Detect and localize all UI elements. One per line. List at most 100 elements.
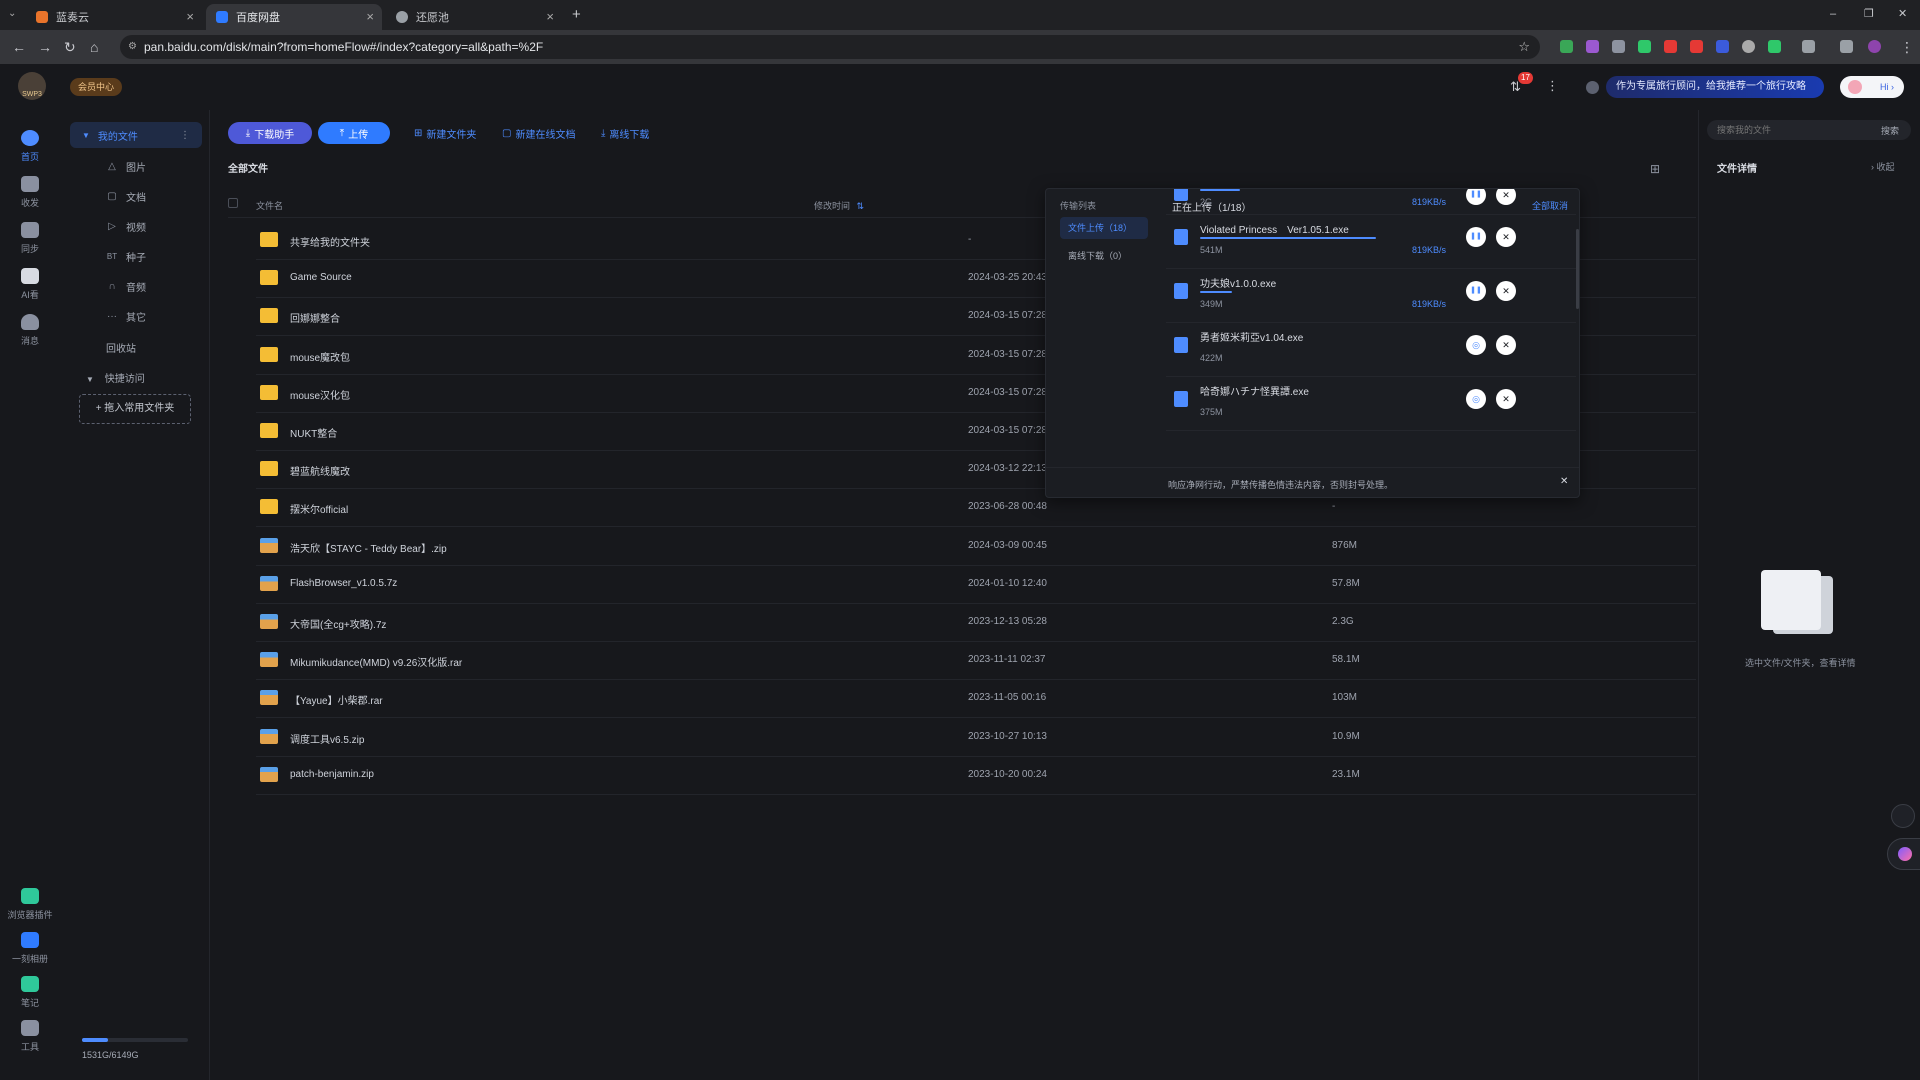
column-header-name[interactable]: 文件名 bbox=[256, 199, 283, 212]
transfer-item[interactable]: 勇者姬米莉亞v1.04.exe 422M ◎ ✕ bbox=[1166, 323, 1576, 377]
pause-icon[interactable]: ❚❚ bbox=[1466, 189, 1486, 205]
sidebar-item-label: 图片 bbox=[126, 162, 146, 174]
transfer-item[interactable]: 功夫娘v1.0.0.exe 349M 819KB/s ❚❚ ✕ bbox=[1166, 269, 1576, 323]
new-folder-button[interactable]: ⊞ 新建文件夹 bbox=[414, 122, 476, 144]
tab-lanzou[interactable]: 蓝奏云 × bbox=[26, 4, 202, 30]
new-online-doc-button[interactable]: ▢ 新建在线文档 bbox=[502, 122, 575, 144]
close-tab-icon[interactable]: × bbox=[546, 9, 554, 24]
start-upload-icon[interactable]: ◎ bbox=[1466, 335, 1486, 355]
search-input[interactable] bbox=[1717, 122, 1857, 138]
reload-icon[interactable]: ↻ bbox=[64, 39, 76, 56]
notification-badge: 17 bbox=[1518, 72, 1533, 84]
collapse-button[interactable]: › 收起 bbox=[1871, 160, 1895, 173]
start-upload-icon[interactable]: ◎ bbox=[1466, 389, 1486, 409]
close-tab-icon[interactable]: × bbox=[186, 9, 194, 24]
file-category-sidebar: ▼ 我的文件 ⋮ △ 图片 ▢ 文档 ▷ 视频 BT 种子 ∩ 音频 ··· 其它 回收站 … bbox=[60, 110, 210, 1080]
cancel-upload-icon[interactable]: ✕ bbox=[1496, 189, 1516, 205]
new-tab-button[interactable]: + bbox=[572, 6, 581, 23]
sidebar-item-images[interactable]: △ 图片 bbox=[60, 154, 210, 178]
lab-flask-icon[interactable] bbox=[1840, 40, 1853, 53]
restore-button[interactable]: ❐ bbox=[1864, 7, 1874, 20]
rail-item-message[interactable]: 消息 bbox=[0, 314, 60, 347]
extension-icon[interactable] bbox=[1716, 40, 1729, 53]
transfer-item[interactable]: 哈奇娜ハチナ怪異譚.exe 375M ◎ ✕ bbox=[1166, 377, 1576, 431]
grid-view-icon[interactable]: ⊞ bbox=[1650, 162, 1660, 176]
forward-icon[interactable]: → bbox=[38, 39, 52, 55]
transfer-item[interactable]: Violated Princess Ver1.05.1.exe 541M 819KB… bbox=[1166, 215, 1576, 269]
download-helper-button[interactable]: ⤓ 下载助手 bbox=[228, 122, 312, 144]
back-icon[interactable]: ← bbox=[12, 39, 26, 55]
rail-item-transfer[interactable]: 收发 bbox=[0, 176, 60, 209]
browser-menu-icon[interactable]: ⋮ bbox=[1900, 39, 1914, 56]
pause-icon[interactable]: ❚❚ bbox=[1466, 281, 1486, 301]
ai-promo-banner[interactable]: 作为专属旅行顾问，给我推荐一个旅行攻略 bbox=[1606, 76, 1824, 98]
rail-item-tools[interactable]: 工具 bbox=[0, 1020, 60, 1053]
url-field[interactable]: ⚙ pan.baidu.com/disk/main?from=homeFlow#… bbox=[120, 35, 1540, 59]
sidebar-recycle-bin[interactable]: 回收站 bbox=[106, 340, 136, 355]
sidebar-item-audio[interactable]: ∩ 音频 bbox=[60, 274, 210, 298]
profile-avatar[interactable] bbox=[1868, 40, 1881, 53]
sidebar-item-docs[interactable]: ▢ 文档 bbox=[60, 184, 210, 208]
extension-icon[interactable] bbox=[1638, 40, 1651, 53]
extension-icon[interactable] bbox=[1560, 40, 1573, 53]
pause-icon[interactable]: ❚❚ bbox=[1466, 227, 1486, 247]
rail-item-ai-view[interactable]: AI看 bbox=[0, 268, 60, 301]
rail-item-album[interactable]: 一刻相册 bbox=[0, 932, 60, 965]
cancel-upload-icon[interactable]: ✕ bbox=[1496, 227, 1516, 247]
ai-brain-icon[interactable] bbox=[1887, 838, 1920, 870]
ai-hi-button[interactable]: Hi › bbox=[1840, 76, 1904, 98]
extension-icon[interactable] bbox=[1768, 40, 1781, 53]
sidebar-item-videos[interactable]: ▷ 视频 bbox=[60, 214, 210, 238]
breadcrumb[interactable]: 全部文件 bbox=[228, 160, 268, 175]
site-info-icon[interactable]: ⚙ bbox=[128, 35, 137, 59]
table-row[interactable]: 调度工具v6.5.zip 2023-10-27 10:13 10.9M bbox=[256, 719, 1696, 757]
extension-icon[interactable] bbox=[1612, 40, 1625, 53]
rail-item-browser-plugin[interactable]: 浏览器插件 bbox=[0, 888, 60, 921]
transfer-item[interactable]: 2G 819KB/s ❚❚ ✕ bbox=[1166, 189, 1576, 215]
transfer-scrollbar[interactable] bbox=[1576, 229, 1579, 309]
sidebar-quick-access[interactable]: ▼ 快捷访问 bbox=[86, 370, 145, 385]
cancel-upload-icon[interactable]: ✕ bbox=[1496, 335, 1516, 355]
minimize-button[interactable]: – bbox=[1830, 8, 1836, 20]
extension-icon[interactable] bbox=[1690, 40, 1703, 53]
user-avatar[interactable]: SWP3 bbox=[18, 72, 46, 100]
close-tab-icon[interactable]: × bbox=[366, 9, 374, 24]
search-button[interactable]: 搜索 bbox=[1881, 124, 1899, 137]
upload-button[interactable]: ⤒ 上传 bbox=[318, 122, 390, 144]
tab-search-icon[interactable]: ⌄ bbox=[8, 8, 16, 19]
cancel-upload-icon[interactable]: ✕ bbox=[1496, 389, 1516, 409]
add-common-folder-button[interactable]: + 拖入常用文件夹 bbox=[79, 394, 191, 424]
extension-icon[interactable] bbox=[1586, 40, 1599, 53]
close-window-button[interactable]: ✕ bbox=[1898, 7, 1907, 20]
tab-huanyuanchi[interactable]: 还愿池 × bbox=[386, 4, 562, 30]
notice-close-icon[interactable]: ✕ bbox=[1560, 476, 1568, 487]
bookmark-star-icon[interactable]: ☆ bbox=[1518, 35, 1530, 59]
column-header-time[interactable]: 修改时间 ⇅ bbox=[814, 199, 864, 212]
tab-baidupan[interactable]: 百度网盘 × bbox=[206, 4, 382, 30]
offline-download-button[interactable]: ⤓ 离线下载 bbox=[601, 122, 649, 144]
rail-item-sync[interactable]: 同步 bbox=[0, 222, 60, 255]
table-row[interactable]: Mikumikudance(MMD) v9.26汉化版.rar 2023-11-1… bbox=[256, 642, 1696, 681]
cancel-upload-icon[interactable]: ✕ bbox=[1496, 281, 1516, 301]
table-row[interactable]: 浩天欣【STAYC - Teddy Bear】.zip 2024-03-09 00… bbox=[256, 528, 1696, 566]
table-row[interactable]: FlashBrowser_v1.0.5.7z 2024-01-10 12:40 57… bbox=[256, 566, 1696, 604]
table-row[interactable]: patch-benjamin.zip 2023-10-20 00:24 23.1M bbox=[256, 757, 1696, 795]
more-icon[interactable]: ⋮ bbox=[180, 130, 190, 141]
vip-center-button[interactable]: 会员中心 bbox=[70, 78, 123, 96]
search-box[interactable]: 搜索 bbox=[1707, 120, 1911, 140]
sidebar-item-torrents[interactable]: BT 种子 bbox=[60, 244, 210, 268]
side-tool-icon[interactable] bbox=[1891, 804, 1915, 828]
rail-item-home[interactable]: 首页 bbox=[0, 130, 60, 163]
select-all-checkbox[interactable] bbox=[228, 198, 238, 208]
assistant-icon[interactable] bbox=[1586, 81, 1599, 94]
extension-icon[interactable] bbox=[1664, 40, 1677, 53]
extensions-puzzle-icon[interactable] bbox=[1802, 40, 1815, 53]
extension-icon[interactable] bbox=[1742, 40, 1755, 53]
sidebar-item-other[interactable]: ··· 其它 bbox=[60, 304, 210, 328]
home-icon[interactable]: ⌂ bbox=[90, 39, 98, 55]
sidebar-my-files[interactable]: ▼ 我的文件 ⋮ bbox=[70, 122, 202, 148]
more-menu-icon[interactable]: ⋮ bbox=[1546, 78, 1559, 94]
rail-item-note[interactable]: 笔记 bbox=[0, 976, 60, 1009]
table-row[interactable]: 【Yayue】小柴郡.rar 2023-11-05 00:16 103M bbox=[256, 680, 1696, 719]
table-row[interactable]: 大帝国(全cg+攻略).7z 2023-12-13 05:28 2.3G bbox=[256, 604, 1696, 642]
